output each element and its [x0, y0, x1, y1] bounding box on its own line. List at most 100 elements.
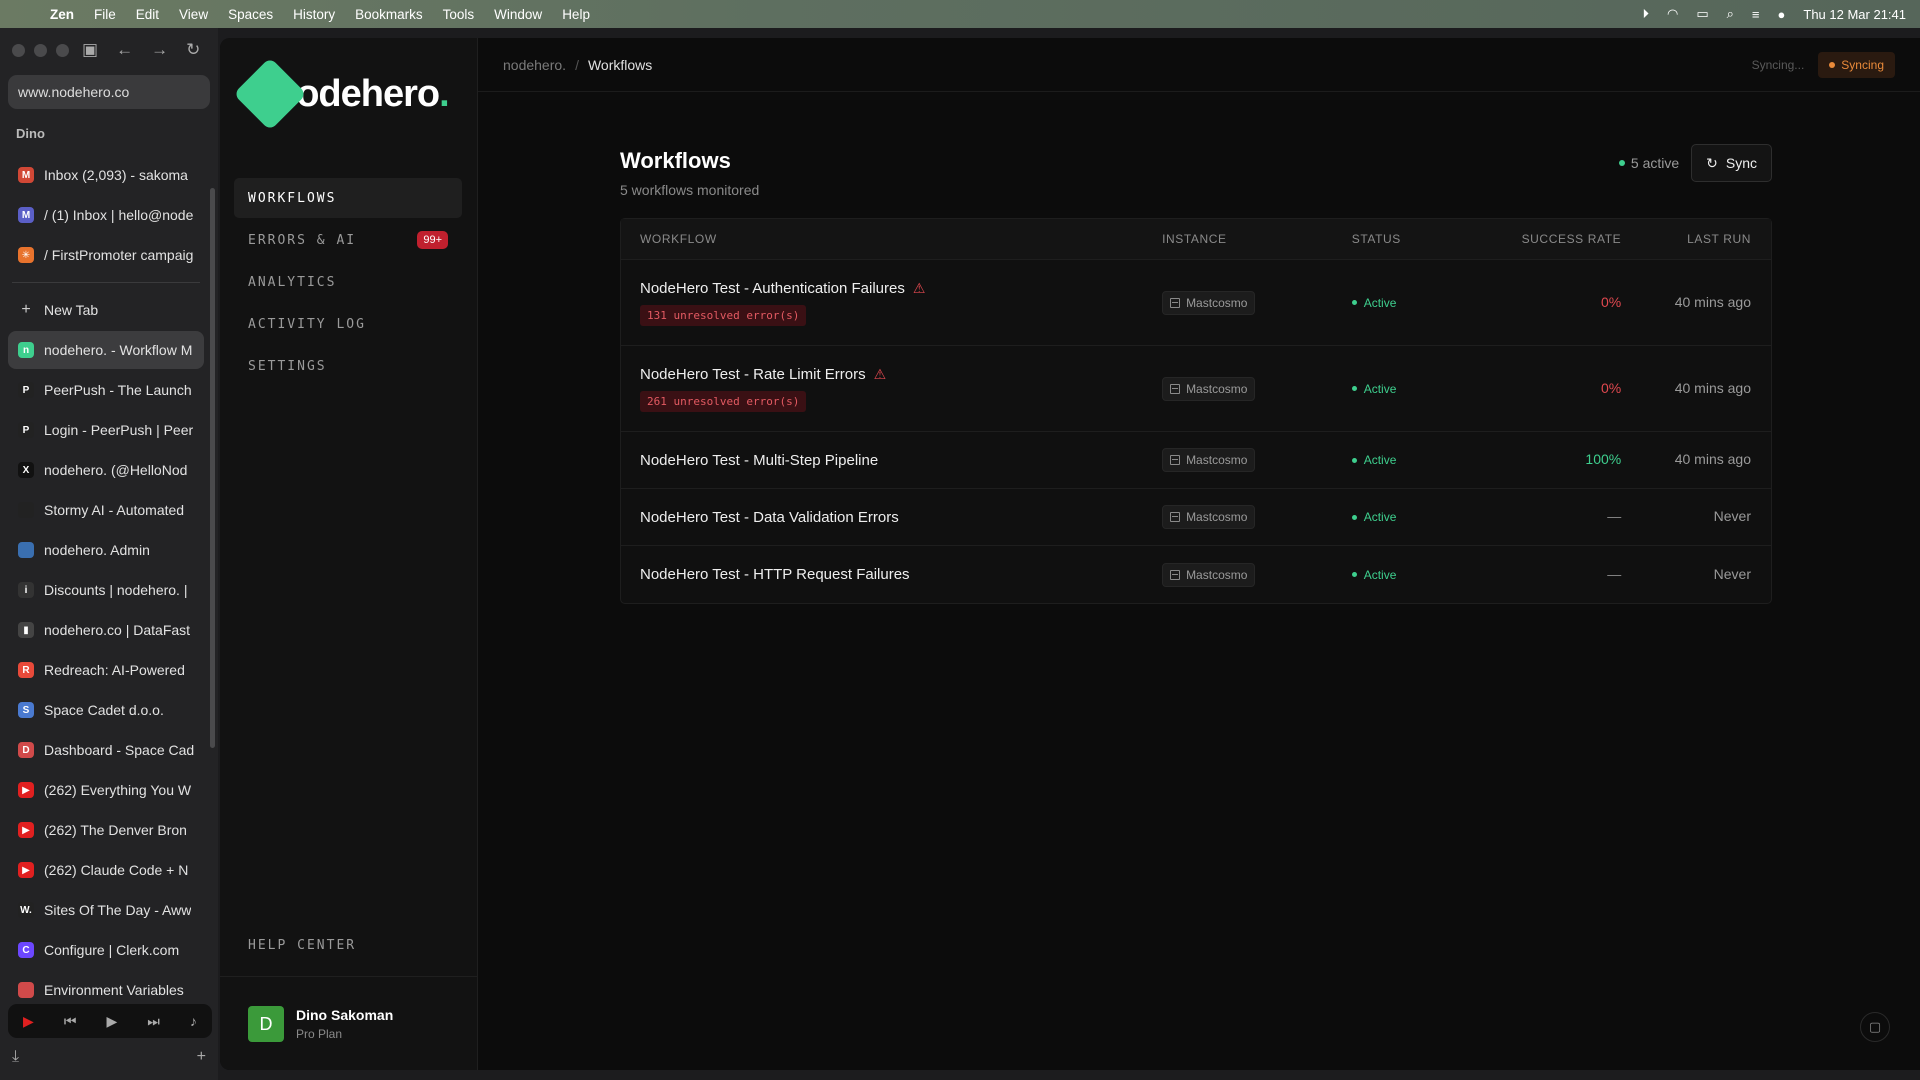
- apple-icon[interactable]: [14, 6, 30, 22]
- refresh-icon: ↻: [1706, 154, 1718, 171]
- tab-title: Dashboard - Space Cad: [44, 742, 194, 758]
- user-profile[interactable]: D Dino Sakoman Pro Plan: [248, 1006, 393, 1042]
- logo-dot: .: [439, 72, 450, 115]
- nav-item-label: ANALYTICS: [248, 274, 337, 290]
- browser-tab[interactable]: nodehero. Admin: [8, 531, 204, 569]
- browser-tab[interactable]: ▶ (262) Claude Code + N: [8, 851, 204, 889]
- menu-help[interactable]: Help: [562, 7, 590, 22]
- forward-icon[interactable]: →: [151, 40, 168, 60]
- chat-icon[interactable]: ▢: [1860, 1012, 1890, 1042]
- tab-title: / FirstPromoter campaig: [44, 247, 194, 263]
- play-pause-icon[interactable]: ▶: [106, 1013, 117, 1030]
- close-window-button[interactable]: [12, 44, 25, 57]
- nav-item-workflows[interactable]: WORKFLOWS: [234, 178, 462, 218]
- nav-item-settings[interactable]: SETTINGS: [234, 346, 462, 386]
- tab-title: nodehero. Admin: [44, 542, 150, 558]
- nav-item-analytics[interactable]: ANALYTICS: [234, 262, 462, 302]
- browser-tab[interactable]: M Inbox (2,093) - sakoma: [8, 156, 204, 194]
- datetime[interactable]: Thu 12 Mar 21:41: [1803, 7, 1906, 22]
- instance-label: Mastcosmo: [1186, 567, 1248, 582]
- table-row[interactable]: NodeHero Test - Authentication Failures ⚠…: [621, 260, 1771, 346]
- status-dot-icon: [1351, 514, 1357, 520]
- table-row[interactable]: NodeHero Test - HTTP Request Failures Mas…: [621, 546, 1771, 603]
- nodehero-logo[interactable]: nodehero.: [233, 57, 450, 131]
- menu-tools[interactable]: Tools: [443, 7, 475, 22]
- browser-tab[interactable]: R Redreach: AI-Powered: [8, 651, 204, 689]
- table-row[interactable]: NodeHero Test - Rate Limit Errors ⚠ 261 un…: [621, 346, 1771, 432]
- browser-tab[interactable]: n nodehero. - Workflow M: [8, 331, 204, 369]
- downloads-icon[interactable]: ⤓: [12, 1048, 19, 1066]
- favicon-icon: C: [18, 942, 34, 958]
- workflow-name[interactable]: NodeHero Test - Multi-Step Pipeline: [640, 452, 1162, 469]
- search-icon[interactable]: ⌕: [1727, 6, 1734, 22]
- play-icon[interactable]: ⏵: [1643, 6, 1650, 22]
- back-icon[interactable]: ←: [116, 40, 133, 60]
- page-subtitle: 5 workflows monitored: [620, 182, 760, 198]
- browser-tab[interactable]: P Login - PeerPush | Peer: [8, 411, 204, 449]
- reload-icon[interactable]: ↻: [186, 40, 200, 60]
- last-run: Never: [1713, 565, 1751, 582]
- workflow-name[interactable]: NodeHero Test - Data Validation Errors: [640, 509, 1162, 526]
- menu-view[interactable]: View: [179, 7, 208, 22]
- workflow-name-label: NodeHero Test - Data Validation Errors: [640, 508, 899, 526]
- wifi-icon[interactable]: ◠: [1667, 6, 1678, 22]
- browser-tab[interactable]: P PeerPush - The Launch: [8, 371, 204, 409]
- browser-tab[interactable]: C Configure | Clerk.com: [8, 931, 204, 969]
- menu-bookmarks[interactable]: Bookmarks: [355, 7, 423, 22]
- menu-history[interactable]: History: [293, 7, 335, 22]
- browser-tab[interactable]: S Space Cadet d.o.o.: [8, 691, 204, 729]
- browser-tab[interactable]: Stormy AI - Automated: [8, 491, 204, 529]
- workflow-name[interactable]: NodeHero Test - Authentication Failures ⚠: [640, 280, 1162, 297]
- sidebar-scrollbar[interactable]: [210, 188, 215, 748]
- browser-tab[interactable]: W. Sites Of The Day - Aww: [8, 891, 204, 929]
- workflow-name[interactable]: NodeHero Test - Rate Limit Errors ⚠: [640, 366, 1162, 383]
- sidebar-toggle-icon[interactable]: ▣: [82, 40, 98, 60]
- app-nav: WORKFLOWS ERRORS & AI 99+ ANALYTICS ACTIVITY…: [234, 178, 462, 388]
- battery-icon[interactable]: ▭: [1696, 6, 1708, 22]
- favicon-icon: ▶: [18, 862, 34, 878]
- unresolved-errors-badge[interactable]: 131 unresolved error(s): [640, 304, 807, 326]
- previous-track-icon[interactable]: ⏮: [64, 1013, 77, 1030]
- url-bar[interactable]: www.nodehero.co: [8, 75, 210, 109]
- volume-icon[interactable]: ♪: [190, 1013, 197, 1029]
- browser-tab[interactable]: M / (1) Inbox | hello@node: [8, 196, 204, 234]
- browser-tab[interactable]: i Discounts | nodehero. |: [8, 571, 204, 609]
- menu-window[interactable]: Window: [494, 7, 542, 22]
- unresolved-errors-badge[interactable]: 261 unresolved error(s): [640, 390, 807, 412]
- menu-app[interactable]: Zen: [50, 7, 74, 22]
- browser-tab[interactable]: Xnodehero. (@HelloNod: [8, 451, 204, 489]
- error-count-badge: 99+: [417, 231, 448, 249]
- menu-file[interactable]: File: [94, 7, 116, 22]
- favicon-icon: ▶: [18, 782, 34, 798]
- workflow-name[interactable]: NodeHero Test - HTTP Request Failures: [640, 566, 1162, 583]
- nav-item-activity-log[interactable]: ACTIVITY LOG: [234, 304, 462, 344]
- status-label: Active: [1363, 453, 1397, 467]
- new-tab-label: New Tab: [44, 302, 99, 318]
- active-count: 5 active: [1618, 155, 1679, 171]
- success-rate: —: [1607, 508, 1622, 524]
- new-tab-button[interactable]: + New Tab: [8, 291, 204, 329]
- status-dot-icon: [1351, 300, 1357, 305]
- tab-divider: [12, 282, 200, 283]
- add-icon[interactable]: +: [197, 1048, 206, 1066]
- help-center-link[interactable]: HELP CENTER: [248, 938, 356, 953]
- last-run: Never: [1713, 508, 1751, 524]
- user-icon[interactable]: ●: [1778, 7, 1786, 22]
- minimize-window-button[interactable]: [34, 44, 47, 57]
- table-row[interactable]: NodeHero Test - Multi-Step Pipeline Mastc…: [621, 432, 1771, 489]
- control-center-icon[interactable]: ≡: [1752, 7, 1760, 22]
- menu-spaces[interactable]: Spaces: [228, 7, 273, 22]
- table-row[interactable]: NodeHero Test - Data Validation Errors Ma…: [621, 489, 1771, 546]
- menu-edit[interactable]: Edit: [136, 7, 159, 22]
- syncing-text: Syncing...: [1751, 57, 1805, 72]
- zoom-window-button[interactable]: [56, 44, 69, 57]
- browser-tab[interactable]: D Dashboard - Space Cad: [8, 731, 204, 769]
- browser-tab[interactable]: ▮ nodehero.co | DataFast: [8, 611, 204, 649]
- browser-tab[interactable]: ✳ / FirstPromoter campaig: [8, 236, 204, 274]
- browser-tab[interactable]: ▶ (262) The Denver Bron: [8, 811, 204, 849]
- next-track-icon[interactable]: ⏭: [147, 1013, 160, 1030]
- browser-tab[interactable]: ▶ (262) Everything You W: [8, 771, 204, 809]
- nav-item-errors-ai[interactable]: ERRORS & AI 99+: [234, 220, 462, 260]
- breadcrumb-root[interactable]: nodehero.: [503, 57, 566, 73]
- sync-button[interactable]: ↻ Sync: [1691, 144, 1772, 182]
